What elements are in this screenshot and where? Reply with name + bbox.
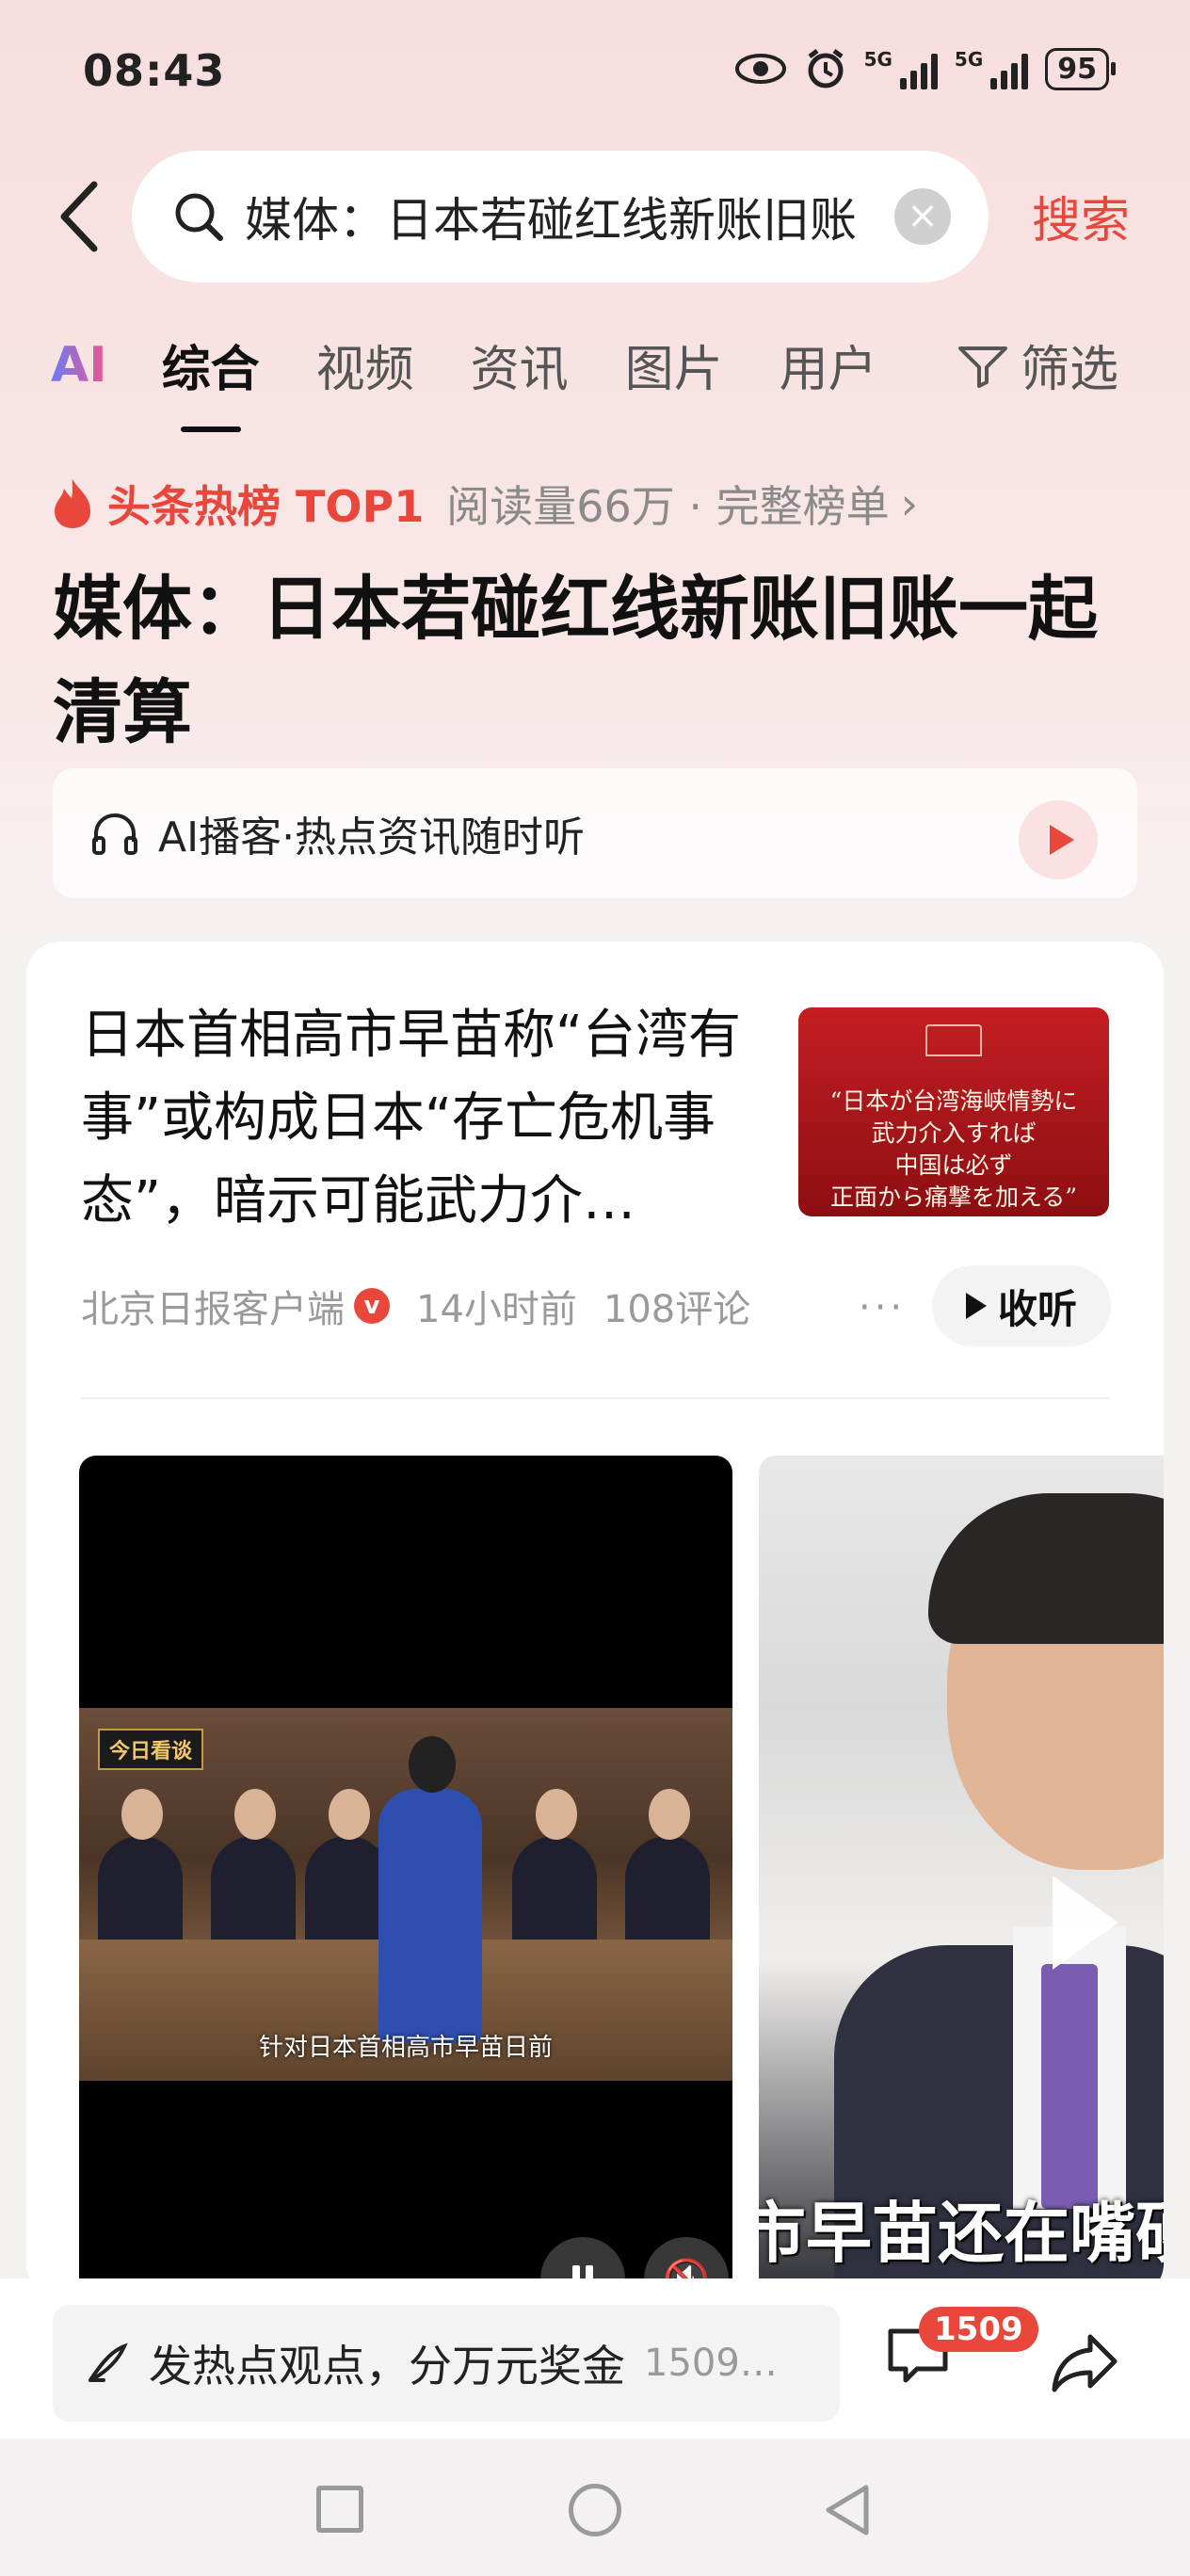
tie — [1041, 1964, 1098, 2209]
verified-badge-icon: v — [354, 1288, 390, 1324]
share-icon[interactable] — [1049, 2329, 1120, 2395]
article-time: 14小时前 — [416, 1288, 577, 1331]
nav-back-icon[interactable] — [821, 2482, 874, 2538]
thumbnail-text-line: 武力介入すれば — [871, 1119, 1037, 1147]
search-icon — [175, 193, 223, 241]
battery-icon: 95 — [1045, 47, 1116, 90]
more-options-icon[interactable]: ··· — [859, 1286, 906, 1329]
hair — [928, 1493, 1164, 1644]
headphones-icon — [92, 813, 137, 855]
hot-list-link[interactable]: 头条热榜 TOP1 阅读量66万 · 完整榜单 › — [51, 473, 918, 535]
comment-input[interactable]: 发热点观点，分万元奖金 1509… — [53, 2305, 840, 2422]
hot-list-subtitle: 阅读量66万 · 完整榜单 — [446, 481, 890, 532]
podcast-label: AI播客·热点资讯随时听 — [158, 813, 586, 861]
chevron-right-icon: › — [900, 478, 919, 529]
signal-icon-2: 5G — [955, 48, 1029, 89]
tab-users[interactable]: 用户 — [780, 330, 877, 400]
video-subtitle: 针对日本首相高市早苗日前 — [258, 2034, 553, 2062]
listen-label: 收听 — [997, 1285, 1077, 1332]
clear-icon[interactable]: × — [894, 188, 951, 245]
tab-images[interactable]: 图片 — [625, 330, 723, 400]
thumbnail-text-line: 正面から痛撃を加える” — [829, 1183, 1078, 1211]
article-thumbnail[interactable]: “日本が台湾海峡情勢に 武力介入すれば 中国は必ず 正面から痛撃を加える” — [798, 1007, 1109, 1216]
result-card: 日本首相高市早苗称“台湾有事”或构成日本“存亡危机事态”，暗示可能武力介… “日… — [26, 942, 1164, 2297]
person — [378, 1736, 482, 2043]
home-icon[interactable] — [569, 2484, 621, 2536]
building-icon — [925, 1024, 982, 1056]
video-frame: 今日看谈 针对日本首相高市早苗日前 — [79, 1708, 732, 2081]
play-icon — [965, 1293, 987, 1319]
status-icons: 5G 5G 95 — [734, 47, 1116, 90]
tab-news[interactable]: 资讯 — [471, 330, 569, 400]
listen-button[interactable]: 收听 — [932, 1265, 1111, 1346]
video-player-2[interactable]: 市早苗还在嘴硬 — [759, 1456, 1164, 2297]
back-arrow-icon[interactable] — [55, 179, 105, 254]
comment-count-badge: 1509 — [919, 2307, 1038, 2352]
signal-icon: 5G — [864, 48, 938, 89]
status-time: 08:43 — [83, 45, 226, 96]
play-icon[interactable] — [1053, 1876, 1118, 1970]
comment-count-inline: 1509… — [644, 2342, 778, 2385]
search-input[interactable]: 媒体：日本若碰红线新账旧账一起清算 × — [132, 151, 989, 282]
comment-prompt: 发热点观点，分万元奖金 — [149, 2341, 625, 2391]
search-query[interactable]: 媒体：日本若碰红线新账旧账一起清算 — [245, 183, 857, 250]
hot-headline[interactable]: 媒体：日本若碰红线新账旧账一起清算 — [53, 557, 1135, 765]
video-caption: 市早苗还在嘴硬 — [759, 2195, 1164, 2272]
ai-podcast-bar[interactable]: AI播客·热点资讯随时听 — [53, 768, 1137, 898]
eye-icon — [734, 54, 786, 84]
article-comments: 108评论 — [603, 1288, 751, 1331]
thumbnail-text-line: “日本が台湾海峡情勢に — [829, 1087, 1078, 1115]
article-source[interactable]: 北京日报客户端 — [81, 1279, 345, 1333]
filter-icon — [958, 346, 1007, 388]
channel-logo: 今日看谈 — [98, 1729, 204, 1770]
divider — [81, 1397, 1109, 1399]
tab-video[interactable]: 视频 — [316, 330, 414, 400]
search-tabs: AI 综合 视频 资讯 图片 用户 — [51, 330, 934, 432]
filter-button[interactable]: 筛选 — [957, 330, 1118, 400]
flame-icon — [55, 479, 90, 528]
search-button[interactable]: 搜索 — [1032, 181, 1130, 251]
tab-ai[interactable]: AI — [51, 337, 107, 394]
video-player-1[interactable]: 今日看谈 针对日本首相高市早苗日前 🔇 — [79, 1456, 732, 2297]
pen-icon — [88, 2343, 128, 2382]
filter-label: 筛选 — [1021, 342, 1119, 398]
play-icon[interactable] — [1019, 800, 1098, 879]
tab-general[interactable]: 综合 — [162, 330, 260, 432]
recents-icon[interactable] — [316, 2486, 363, 2533]
article-meta: 北京日报客户端 v 14小时前 108评论 — [81, 1279, 750, 1333]
hot-list-title: 头条热榜 TOP1 — [107, 481, 425, 532]
thumbnail-text-line: 中国は必ず — [894, 1151, 1013, 1179]
alarm-icon — [808, 49, 844, 89]
article-title[interactable]: 日本首相高市早苗称“台湾有事”或构成日本“存亡危机事态”，暗示可能武力介… — [81, 994, 759, 1243]
